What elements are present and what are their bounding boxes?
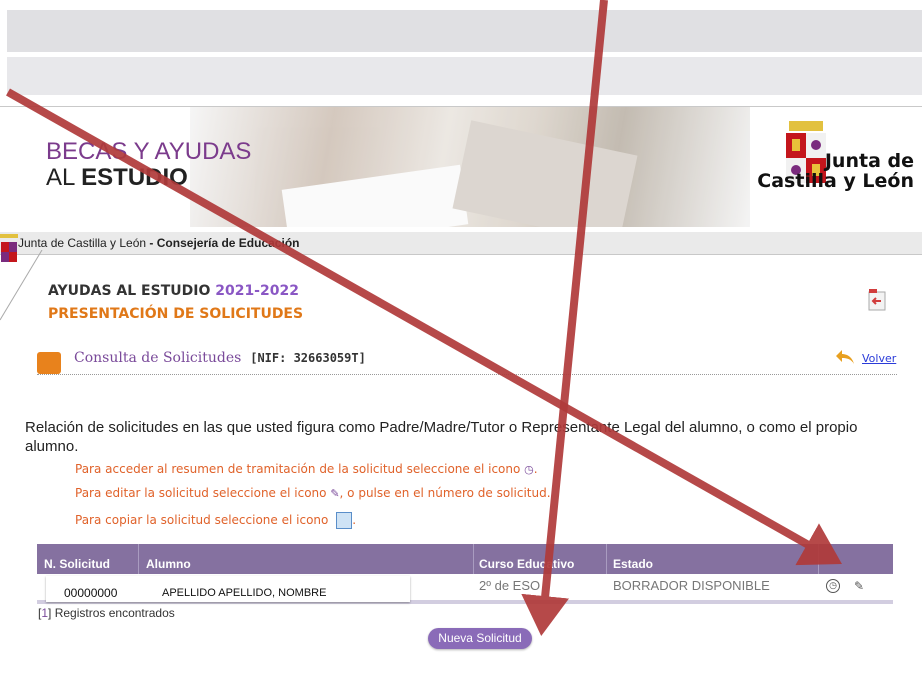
cell-alumno: APELLIDO APELLIDO, NOMBRE (162, 587, 327, 599)
clock-icon[interactable]: ◷ (826, 579, 840, 593)
pencil-icon[interactable]: ✎ (854, 579, 864, 593)
header-numero[interactable]: N. Solicitud (44, 557, 110, 571)
column-divider (606, 544, 607, 574)
banner-book-shape (452, 120, 638, 227)
site-header: BECAS Y AYUDAS AL ESTUDIO Junta de Casti… (0, 106, 922, 227)
intro-text: Relación de solicitudes en las que usted… (25, 419, 858, 455)
secondary-gray-bar (7, 57, 922, 95)
brand-line-1: BECAS Y AYUDAS (46, 138, 252, 165)
back-link[interactable]: Volver (862, 352, 896, 365)
new-request-button[interactable]: Nueva Solicitud (428, 628, 532, 649)
page-title: AYUDAS AL ESTUDIO 2021-2022 (48, 283, 299, 299)
column-divider (138, 544, 139, 574)
header-alumno[interactable]: Alumno (146, 557, 191, 571)
hint-copy: Para copiar la solicitud seleccione el i… (75, 512, 357, 529)
hint-status: Para acceder al resumen de tramitación d… (75, 462, 538, 476)
cell-numero-link[interactable]: 00000000 (64, 586, 117, 600)
header-curso[interactable]: Curso Educativo (479, 557, 574, 571)
exit-icon[interactable] (866, 288, 888, 312)
cell-estado: BORRADOR DISPONIBLE (613, 578, 770, 593)
cell-curso: 2º de ESO (479, 578, 541, 593)
breadcrumb: Junta de Castilla y León - Consejería de… (18, 236, 300, 250)
top-gray-bar (7, 10, 922, 52)
brand-line-2: AL ESTUDIO (46, 164, 188, 191)
crown-icon (789, 121, 823, 131)
clock-icon: ◷ (524, 463, 534, 476)
page-subtitle: PRESENTACIÓN DE SOLICITUDES (48, 306, 304, 322)
hint-edit: Para editar la solicitud seleccione el i… (75, 486, 551, 500)
copy-icon (336, 512, 353, 529)
nif-label: [NIF: 32663059T] (250, 351, 366, 365)
records-count: [1] Registros encontrados (38, 606, 175, 620)
brand-title: BECAS Y AYUDAS AL ESTUDIO (46, 139, 251, 191)
jcyl-logo-text: Junta de Castilla y León (757, 150, 914, 192)
consulta-icon (37, 352, 61, 374)
volver-icon[interactable] (836, 348, 856, 366)
section-title: Consulta de Solicitudes [NIF: 32663059T] (74, 350, 366, 366)
section-divider (37, 374, 897, 375)
banner-paper-shape (281, 164, 469, 227)
header-estado[interactable]: Estado (613, 557, 653, 571)
header-banner-image (190, 107, 750, 227)
pencil-icon: ✎ (330, 487, 340, 500)
column-divider (818, 544, 819, 574)
column-divider (473, 544, 474, 574)
